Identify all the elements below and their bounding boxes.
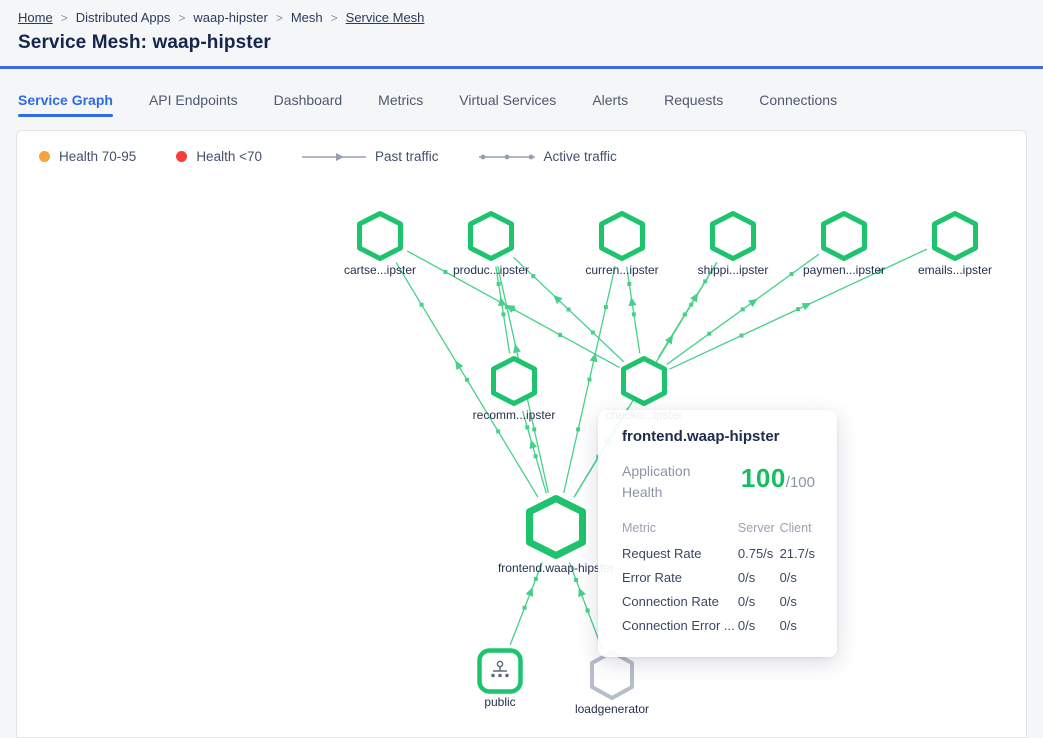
node-recommendation[interactable]: recomm...ipster — [490, 355, 538, 407]
node-label-public: public — [484, 695, 515, 709]
node-label-currencyservice: curren...ipster — [585, 263, 658, 277]
application-health-row: Application Health 100 /100 — [622, 461, 815, 503]
server-value: 0.75/s — [738, 541, 780, 565]
node-label-frontend: frontend.waap-hipster — [498, 561, 614, 575]
node-label-loadgenerator: loadgenerator — [575, 702, 649, 716]
node-checkout[interactable]: checko...ipster — [620, 355, 668, 407]
metric-name: Connection Error ... — [622, 613, 738, 637]
node-label-emailservice: emails...ipster — [918, 263, 992, 277]
node-label-productcatalog: produc...ipster — [453, 263, 529, 277]
node-currencyservice[interactable]: curren...ipster — [598, 210, 646, 262]
table-row: Request Rate 0.75/s 21.7/s — [622, 541, 815, 565]
node-label-paymentservice: paymen...ipster — [803, 263, 885, 277]
metric-name: Error Rate — [622, 565, 738, 589]
node-label-shippingservice: shippi...ipster — [698, 263, 769, 277]
node-emailservice[interactable]: emails...ipster — [931, 210, 979, 262]
metric-table-header: Metric Server Client — [622, 517, 815, 541]
node-public[interactable]: public — [477, 648, 523, 694]
health-label: Application Health — [622, 461, 714, 503]
node-productcatalog[interactable]: produc...ipster — [467, 210, 515, 262]
node-paymentservice[interactable]: paymen...ipster — [820, 210, 868, 262]
metric-name: Connection Rate — [622, 589, 738, 613]
client-value: 0/s — [780, 565, 815, 589]
node-label-cartservice: cartse...ipster — [344, 263, 416, 277]
server-col-header: Server — [738, 517, 780, 541]
node-cartservice[interactable]: cartse...ipster — [356, 210, 404, 262]
service-graph-nodes: cartse...ipster produc...ipster curren...i… — [0, 0, 1043, 738]
metric-col-header: Metric — [622, 517, 738, 541]
health-max: /100 — [786, 474, 815, 491]
tooltip-title: frontend.waap-hipster — [622, 428, 815, 445]
metric-name: Request Rate — [622, 541, 738, 565]
client-value: 0/s — [780, 589, 815, 613]
health-score: 100 — [741, 463, 786, 494]
client-value: 0/s — [780, 613, 815, 637]
node-frontend[interactable]: frontend.waap-hipster — [525, 494, 587, 560]
metric-table: Metric Server Client Request Rate 0.75/s… — [622, 517, 815, 637]
server-value: 0/s — [738, 613, 780, 637]
server-value: 0/s — [738, 565, 780, 589]
health-value: 100 /100 — [741, 463, 815, 494]
table-row: Connection Error ... 0/s 0/s — [622, 613, 815, 637]
client-col-header: Client — [780, 517, 815, 541]
node-tooltip: frontend.waap-hipster Application Health… — [598, 410, 837, 657]
table-row: Error Rate 0/s 0/s — [622, 565, 815, 589]
table-row: Connection Rate 0/s 0/s — [622, 589, 815, 613]
server-value: 0/s — [738, 589, 780, 613]
node-label-recommendation: recomm...ipster — [473, 408, 556, 422]
node-shippingservice[interactable]: shippi...ipster — [709, 210, 757, 262]
client-value: 21.7/s — [780, 541, 815, 565]
